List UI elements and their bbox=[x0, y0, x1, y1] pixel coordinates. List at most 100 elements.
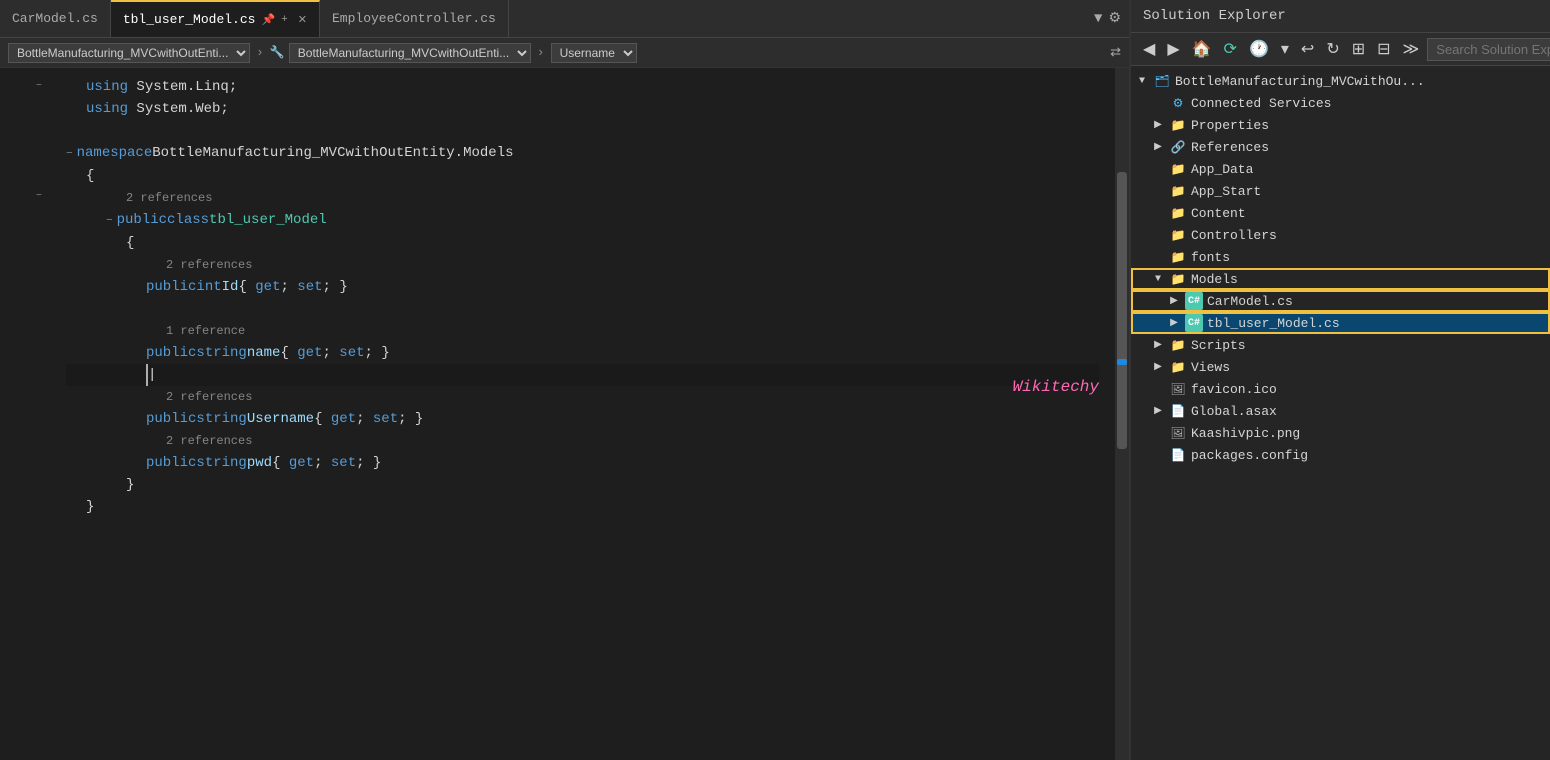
se-more-btn[interactable]: ≫ bbox=[1399, 37, 1424, 61]
se-project-root[interactable]: ▼ 🗂 BottleManufacturing_MVCwithOu... bbox=[1131, 70, 1550, 92]
se-cs-chevron bbox=[1151, 98, 1165, 109]
tab-settings-icon[interactable]: ⚙ bbox=[1108, 10, 1121, 27]
code-line-class: −public class tbl_user_Model bbox=[66, 209, 1099, 232]
breadcrumb-right-dropdown[interactable]: Username bbox=[551, 43, 637, 63]
se-title: Solution Explorer bbox=[1143, 8, 1286, 24]
tab-tbl-user-model[interactable]: tbl_user_Model.cs 📌 + ✕ bbox=[111, 0, 320, 37]
breadcrumb-sep1: › bbox=[256, 45, 264, 60]
se-views-chevron: ▶ bbox=[1151, 361, 1165, 373]
se-search-input[interactable] bbox=[1427, 38, 1550, 61]
collapse-ns-icon[interactable]: − bbox=[66, 143, 73, 165]
se-global-asax[interactable]: ▶ 📄 Global.asax bbox=[1131, 400, 1550, 422]
se-app-start[interactable]: 📁 App_Start bbox=[1131, 180, 1550, 202]
se-kaashivpic[interactable]: 🖼 Kaashivpic.png bbox=[1131, 422, 1550, 444]
code-line-cursor[interactable]: | bbox=[66, 364, 1099, 386]
se-appdata-chevron bbox=[1151, 164, 1165, 175]
code-content[interactable]: using System.Linq; using System.Web; −na… bbox=[50, 68, 1115, 760]
se-prop-chevron: ▶ bbox=[1151, 119, 1165, 131]
se-tbluser-chevron: ▶ bbox=[1167, 317, 1181, 329]
se-appstart-icon: 📁 bbox=[1169, 182, 1187, 200]
se-packages-icon: 📄 bbox=[1169, 446, 1187, 464]
breadcrumb-right: Username bbox=[551, 43, 637, 63]
tab-carmodel[interactable]: CarModel.cs bbox=[0, 0, 111, 37]
se-favicon-label: favicon.ico bbox=[1191, 382, 1277, 397]
se-properties[interactable]: ▶ 📁 Properties bbox=[1131, 114, 1550, 136]
se-scripts-label: Scripts bbox=[1191, 338, 1246, 353]
se-refresh-btn[interactable]: ↻ bbox=[1322, 37, 1343, 61]
se-clock-btn[interactable]: 🕐 bbox=[1245, 37, 1273, 61]
se-forward-btn[interactable]: ▶ bbox=[1163, 37, 1183, 61]
code-line-brace3: } bbox=[66, 474, 1099, 496]
se-fonts-icon: 📁 bbox=[1169, 248, 1187, 266]
se-properties-label: Properties bbox=[1191, 118, 1269, 133]
code-line-namespace: −namespace BottleManufacturing_MVCwithOu… bbox=[66, 142, 1099, 165]
se-toolbar: ◀ ▶ 🏠 ⟳ 🕐 ▾ ↩ ↻ ⊞ ⊟ ≫ bbox=[1131, 33, 1550, 66]
tab-close-icon[interactable]: ✕ bbox=[298, 13, 307, 27]
code-line-blank1 bbox=[66, 298, 1099, 320]
se-global-chevron: ▶ bbox=[1151, 405, 1165, 417]
se-project-label: BottleManufacturing_MVCwithOu... bbox=[1175, 74, 1425, 89]
vertical-scrollbar[interactable] bbox=[1115, 68, 1129, 760]
se-scripts[interactable]: ▶ 📁 Scripts bbox=[1131, 334, 1550, 356]
wikitechy-label: Wikitechy bbox=[1013, 378, 1099, 396]
collapse-class-icon[interactable]: − bbox=[106, 210, 113, 232]
se-controllers-chevron bbox=[1151, 230, 1165, 241]
se-expand1-btn[interactable]: ⊞ bbox=[1348, 37, 1369, 61]
se-views[interactable]: ▶ 📁 Views bbox=[1131, 356, 1550, 378]
tab-overflow-icon[interactable]: ▼ bbox=[1094, 11, 1102, 27]
se-references-icon: 🔗 bbox=[1169, 138, 1187, 156]
se-carmodel-label: CarModel.cs bbox=[1207, 294, 1293, 309]
se-app-data[interactable]: 📁 App_Data bbox=[1131, 158, 1550, 180]
code-area: − − using System.Linq; bbox=[0, 68, 1129, 760]
collapse-namespace[interactable]: − bbox=[36, 76, 42, 98]
se-carmodel-cs[interactable]: ▶ C# CarModel.cs bbox=[1131, 290, 1550, 312]
se-favicon-chevron bbox=[1151, 384, 1165, 395]
se-views-icon: 📁 bbox=[1169, 358, 1187, 376]
se-content[interactable]: 📁 Content bbox=[1131, 202, 1550, 224]
se-favicon[interactable]: 🖼 favicon.ico bbox=[1131, 378, 1550, 400]
line-gutter: − − bbox=[0, 68, 50, 760]
se-appstart-label: App_Start bbox=[1191, 184, 1261, 199]
se-fonts[interactable]: 📁 fonts bbox=[1131, 246, 1550, 268]
code-line-brace4: } bbox=[66, 496, 1099, 518]
se-expand2-btn[interactable]: ⊟ bbox=[1373, 37, 1394, 61]
se-cs-label: Connected Services bbox=[1191, 96, 1331, 111]
se-appdata-label: App_Data bbox=[1191, 162, 1253, 177]
se-packages-config[interactable]: 📄 packages.config bbox=[1131, 444, 1550, 466]
se-dropdown-btn[interactable]: ▾ bbox=[1277, 37, 1293, 61]
se-controllers[interactable]: 📁 Controllers bbox=[1131, 224, 1550, 246]
se-connected-services[interactable]: ⚙ Connected Services bbox=[1131, 92, 1550, 114]
code-line-ref5: 2 references bbox=[66, 430, 1099, 452]
se-home-btn[interactable]: 🏠 bbox=[1188, 37, 1216, 61]
code-line-1: using System.Linq; bbox=[66, 76, 1099, 98]
se-references[interactable]: ▶ 🔗 References bbox=[1131, 136, 1550, 158]
se-sync-btn[interactable]: ⟳ bbox=[1220, 37, 1241, 61]
code-line-pwd-prop: public string pwd { get; set; } bbox=[66, 452, 1099, 474]
breadcrumb-middle-dropdown[interactable]: BottleManufacturing_MVCwithOutEnti... bbox=[289, 43, 531, 63]
se-references-label: References bbox=[1191, 140, 1269, 155]
se-undo-btn[interactable]: ↩ bbox=[1297, 37, 1318, 61]
breadcrumb-middle: BottleManufacturing_MVCwithOutEnti... bbox=[289, 43, 531, 63]
se-models[interactable]: ▼ 📁 Models bbox=[1131, 268, 1550, 290]
se-tbl-user-cs[interactable]: ▶ C# tbl_user_Model.cs bbox=[1131, 312, 1550, 334]
se-back-btn[interactable]: ◀ bbox=[1139, 37, 1159, 61]
tab-employee-controller[interactable]: EmployeeController.cs bbox=[320, 0, 509, 37]
breadcrumb-left-dropdown[interactable]: BottleManufacturing_MVCwithOutEnti... bbox=[8, 43, 250, 63]
breadcrumb-sep2: › bbox=[537, 45, 545, 60]
scrollbar-thumb[interactable] bbox=[1117, 172, 1127, 449]
breadcrumb-nav-icon[interactable]: ⇄ bbox=[1110, 45, 1121, 60]
se-content-chevron bbox=[1151, 208, 1165, 219]
se-properties-icon: 📁 bbox=[1169, 116, 1187, 134]
se-root-chevron: ▼ bbox=[1135, 76, 1149, 87]
se-packages-label: packages.config bbox=[1191, 448, 1308, 463]
se-project-icon: 🗂 bbox=[1153, 72, 1171, 90]
se-kaashiv-label: Kaashivpic.png bbox=[1191, 426, 1300, 441]
scrollbar-marker bbox=[1117, 359, 1127, 365]
se-scripts-chevron: ▶ bbox=[1151, 339, 1165, 351]
tab-bar: CarModel.cs tbl_user_Model.cs 📌 + ✕ Empl… bbox=[0, 0, 1129, 38]
se-controllers-icon: 📁 bbox=[1169, 226, 1187, 244]
se-tbluser-icon: C# bbox=[1185, 314, 1203, 332]
se-scripts-icon: 📁 bbox=[1169, 336, 1187, 354]
se-carmodel-chevron: ▶ bbox=[1167, 295, 1181, 307]
collapse-class[interactable]: − bbox=[36, 186, 42, 208]
